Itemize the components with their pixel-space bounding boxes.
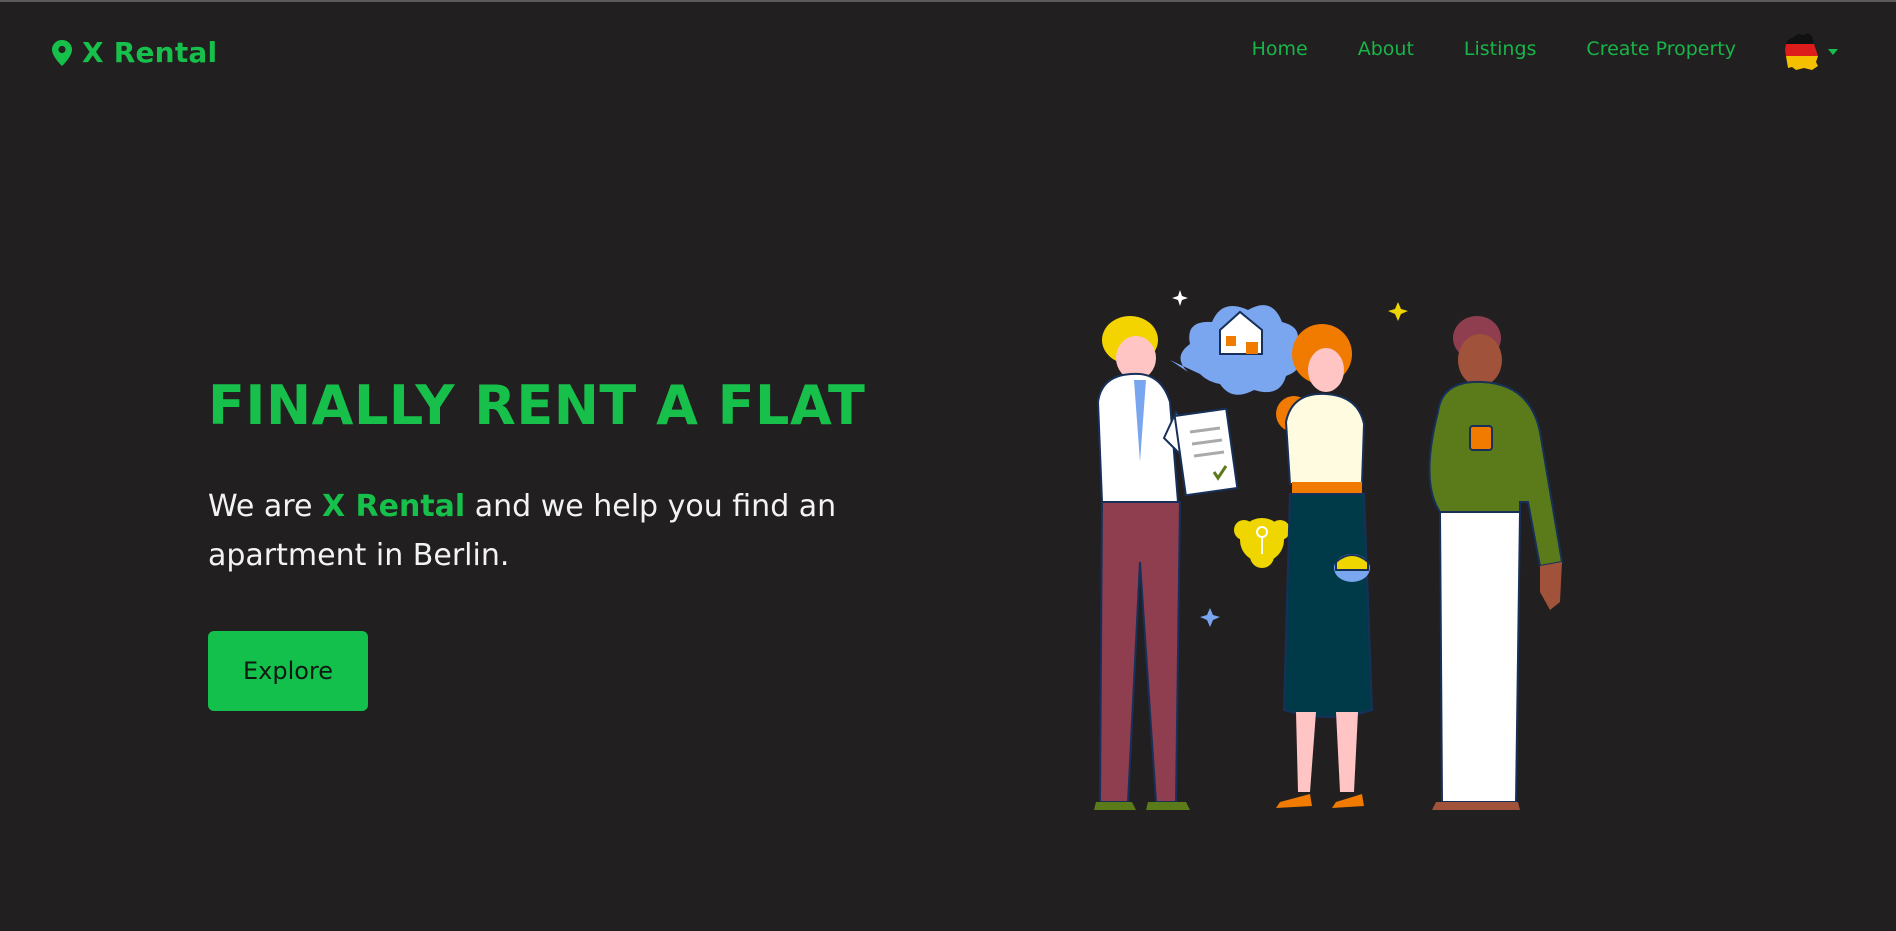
brand-name: X Rental: [82, 36, 218, 69]
hero-subtitle-prefix: We are: [208, 489, 322, 524]
explore-button[interactable]: Explore: [208, 631, 368, 711]
sparkle-icon: [1172, 290, 1188, 306]
nav-menu: Home About Listings Create Property: [1252, 38, 1736, 60]
sparkle-icon: [1388, 302, 1408, 321]
nav-link-home[interactable]: Home: [1252, 38, 1308, 60]
brand-logo-link[interactable]: X Rental: [52, 36, 217, 69]
thought-bubble: [1170, 305, 1300, 395]
nav-item: About: [1358, 38, 1414, 60]
germany-flag-icon: [1785, 33, 1818, 70]
man-with-document: [1094, 316, 1239, 810]
hero-title: FINALLY RENT A FLAT: [208, 374, 866, 437]
navbar: X Rental Home About Listings Create Prop…: [0, 2, 1896, 102]
nav-link-about[interactable]: About: [1358, 38, 1414, 60]
key-bubble: [1234, 518, 1290, 568]
nav-link-listings[interactable]: Listings: [1464, 38, 1537, 60]
hero-subtitle-brand: X Rental: [321, 489, 466, 524]
language-selector[interactable]: [1784, 32, 1838, 72]
man-in-green-sweater: [1428, 316, 1564, 810]
hero-subtitle: We are X Rental and we help you find an …: [208, 482, 848, 580]
nav-item: Create Property: [1586, 38, 1736, 60]
nav-link-create-property[interactable]: Create Property: [1586, 38, 1736, 60]
map-pin-icon: [52, 39, 72, 66]
nav-item: Listings: [1464, 38, 1537, 60]
woman-with-bag: [1276, 324, 1374, 808]
sparkle-icon: [1200, 608, 1220, 627]
people-renting-illustration: [1094, 290, 1564, 810]
caret-down-icon: [1828, 49, 1838, 55]
nav-item: Home: [1252, 38, 1308, 60]
